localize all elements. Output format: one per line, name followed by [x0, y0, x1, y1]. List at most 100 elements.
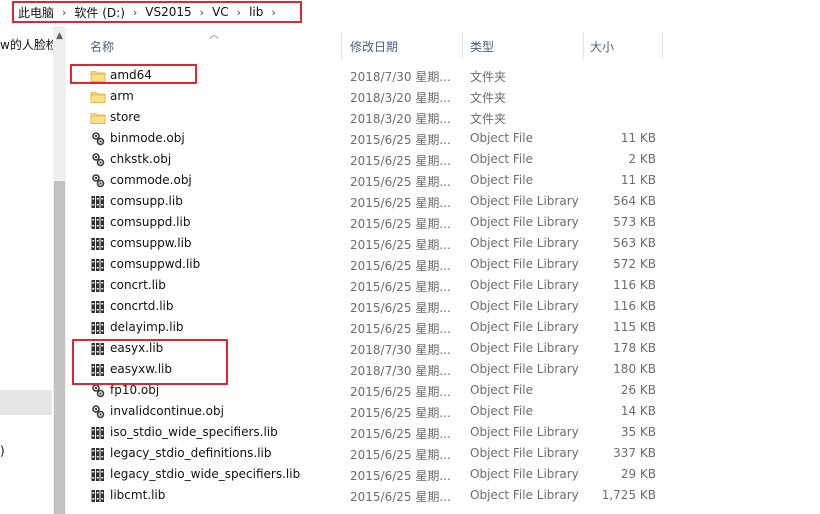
file-name[interactable]: iso_stdio_wide_specifiers.lib	[110, 425, 278, 439]
file-date-modified: 2015/6/25 星期...	[350, 469, 451, 483]
file-name[interactable]: arm	[110, 89, 134, 103]
file-name[interactable]: fp10.obj	[110, 383, 159, 397]
file-name[interactable]: easyxw.lib	[110, 362, 172, 376]
file-row[interactable]: legacy_stdio_definitions.lib 2015/6/25 星…	[66, 443, 820, 464]
file-type: Object File	[470, 404, 533, 418]
file-row[interactable]: comsuppwd.lib 2015/6/25 星期... Object Fil…	[66, 254, 820, 275]
file-date-modified: 2018/7/30 星期...	[350, 343, 451, 357]
file-row[interactable]: legacy_stdio_wide_specifiers.lib 2015/6/…	[66, 464, 820, 485]
column-date-modified[interactable]: 修改日期	[350, 38, 398, 55]
file-name[interactable]: chkstk.obj	[110, 152, 171, 166]
breadcrumb-vs2015[interactable]: VS2015	[145, 5, 191, 19]
address-bar[interactable]: 此电脑 › 软件 (D:) › VS2015 › VC › lib ›	[0, 0, 820, 27]
file-row[interactable]: comsuppd.lib 2015/6/25 星期... Object File…	[66, 212, 820, 233]
breadcrumb-separator-icon[interactable]: ›	[200, 6, 204, 19]
file-row[interactable]: chkstk.obj 2015/6/25 星期... Object File 2…	[66, 149, 820, 170]
breadcrumb-separator-icon[interactable]: ›	[133, 6, 137, 19]
nav-scrollbar-thumb[interactable]	[54, 181, 65, 514]
file-row[interactable]: libcmt.lib 2015/6/25 星期... Object File L…	[66, 485, 820, 506]
file-name[interactable]: legacy_stdio_wide_specifiers.lib	[110, 467, 300, 481]
breadcrumb-drive-d[interactable]: 软件 (D:)	[74, 4, 124, 21]
file-row[interactable]: comsuppw.lib 2015/6/25 星期... Object File…	[66, 233, 820, 254]
file-size: 26 KB	[620, 383, 656, 397]
file-name[interactable]: invalidcontinue.obj	[110, 404, 224, 418]
file-row[interactable]: concrtd.lib 2015/6/25 星期... Object File …	[66, 296, 820, 317]
file-row[interactable]: invalidcontinue.obj 2015/6/25 星期... Obje…	[66, 401, 820, 422]
file-row[interactable]: comsupp.lib 2015/6/25 星期... Object File …	[66, 191, 820, 212]
file-row[interactable]: easyxw.lib 2018/7/30 星期... Object File L…	[66, 359, 820, 380]
column-divider[interactable]	[662, 32, 663, 60]
file-type: Object File Library	[470, 299, 579, 313]
file-list[interactable]: amd64 2018/7/30 星期... 文件夹 arm 2018/3/20 …	[66, 65, 820, 506]
column-type[interactable]: 类型	[470, 38, 494, 55]
file-name[interactable]: comsupp.lib	[110, 194, 183, 208]
file-date-modified: 2015/6/25 星期...	[350, 133, 451, 147]
file-row[interactable]: amd64 2018/7/30 星期... 文件夹	[66, 65, 820, 86]
file-date-modified: 2015/6/25 星期...	[350, 427, 451, 441]
library-file-icon	[90, 467, 106, 483]
breadcrumb[interactable]: 此电脑 › 软件 (D:) › VS2015 › VC › lib ›	[12, 1, 302, 23]
file-name[interactable]: store	[110, 110, 140, 124]
object-file-icon	[90, 152, 106, 168]
breadcrumb-separator-icon[interactable]: ›	[237, 6, 241, 19]
file-name[interactable]: concrtd.lib	[110, 299, 174, 313]
file-row[interactable]: store 2018/3/20 星期... 文件夹	[66, 107, 820, 128]
navigation-pane[interactable]: w的人脸检 ) ▲	[0, 26, 66, 514]
file-date-modified: 2015/6/25 星期...	[350, 154, 451, 168]
breadcrumb-vc[interactable]: VC	[212, 5, 229, 19]
column-divider[interactable]	[462, 32, 463, 60]
file-name[interactable]: commode.obj	[110, 173, 192, 187]
breadcrumb-separator-icon[interactable]: ›	[62, 6, 66, 19]
folder-icon	[90, 68, 106, 84]
file-row[interactable]: iso_stdio_wide_specifiers.lib 2015/6/25 …	[66, 422, 820, 443]
file-row[interactable]: arm 2018/3/20 星期... 文件夹	[66, 86, 820, 107]
file-name[interactable]: amd64	[110, 68, 152, 82]
file-type: Object File Library	[470, 446, 579, 460]
breadcrumb-separator-icon[interactable]: ›	[271, 6, 275, 19]
file-row[interactable]: easyx.lib 2018/7/30 星期... Object File Li…	[66, 338, 820, 359]
file-name[interactable]: legacy_stdio_definitions.lib	[110, 446, 271, 460]
breadcrumb-this-pc[interactable]: 此电脑	[18, 4, 54, 21]
file-date-modified: 2015/6/25 星期...	[350, 301, 451, 315]
library-file-icon	[90, 299, 106, 315]
file-name[interactable]: delayimp.lib	[110, 320, 184, 334]
file-row[interactable]: commode.obj 2015/6/25 星期... Object File …	[66, 170, 820, 191]
nav-item-partial-paren[interactable]: )	[0, 444, 5, 458]
object-file-icon	[90, 404, 106, 420]
file-size: 116 KB	[613, 299, 656, 313]
file-row[interactable]: delayimp.lib 2015/6/25 星期... Object File…	[66, 317, 820, 338]
column-size[interactable]: 大小	[590, 38, 614, 55]
file-date-modified: 2018/7/30 星期...	[350, 364, 451, 378]
scroll-up-arrow-icon[interactable]: ▲	[56, 32, 64, 41]
file-row[interactable]: concrt.lib 2015/6/25 星期... Object File L…	[66, 275, 820, 296]
breadcrumb-lib[interactable]: lib	[249, 5, 263, 19]
file-type: Object File	[470, 173, 533, 187]
file-size: 29 KB	[620, 467, 656, 481]
file-name[interactable]: easyx.lib	[110, 341, 163, 355]
file-name[interactable]: comsuppd.lib	[110, 215, 190, 229]
column-divider[interactable]	[341, 32, 342, 60]
file-name[interactable]: comsuppw.lib	[110, 236, 192, 250]
column-divider[interactable]	[583, 32, 584, 60]
file-type: Object File Library	[470, 194, 579, 208]
library-file-icon	[90, 257, 106, 273]
file-name[interactable]: binmode.obj	[110, 131, 185, 145]
file-row[interactable]: binmode.obj 2015/6/25 星期... Object File …	[66, 128, 820, 149]
column-name[interactable]: 名称	[90, 38, 114, 55]
file-date-modified: 2018/7/30 星期...	[350, 70, 451, 84]
file-row[interactable]: fp10.obj 2015/6/25 星期... Object File 26 …	[66, 380, 820, 401]
file-type: Object File Library	[470, 236, 579, 250]
nav-item-partial[interactable]: w的人脸检	[0, 36, 58, 53]
library-file-icon	[90, 446, 106, 462]
file-size: 11 KB	[620, 173, 656, 187]
library-file-icon	[90, 194, 106, 210]
file-date-modified: 2015/6/25 星期...	[350, 406, 451, 420]
nav-item-selected[interactable]	[0, 390, 52, 415]
file-name[interactable]: libcmt.lib	[110, 488, 165, 502]
library-file-icon	[90, 278, 106, 294]
library-file-icon	[90, 236, 106, 252]
file-name[interactable]: concrt.lib	[110, 278, 166, 292]
file-date-modified: 2015/6/25 星期...	[350, 238, 451, 252]
file-name[interactable]: comsuppwd.lib	[110, 257, 200, 271]
file-size: 564 KB	[613, 194, 656, 208]
